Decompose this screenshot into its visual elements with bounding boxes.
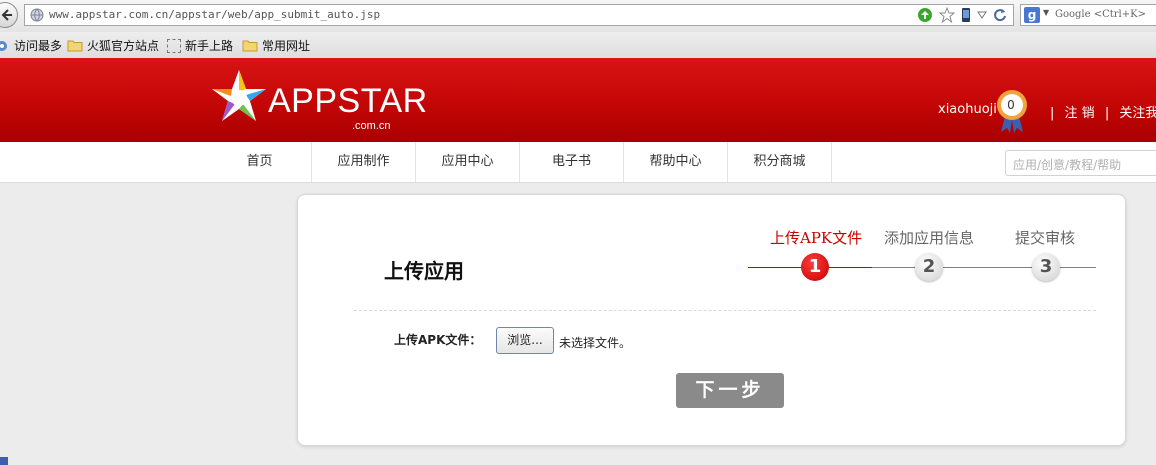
separator: | <box>1104 106 1110 121</box>
engine-dropdown-icon[interactable]: ▼ <box>1043 8 1049 17</box>
site-header: APPSTAR .com.cn xiaohuoji 0 | 注 销 | 关注我们 <box>0 58 1156 142</box>
no-file-text: 未选择文件。 <box>559 336 632 350</box>
username-link[interactable]: xiaohuoji <box>938 102 997 117</box>
folder-icon <box>242 40 258 52</box>
gear-icon <box>0 40 7 51</box>
header-links: | 注 销 | 关注我们 <box>1044 102 1156 121</box>
bookmark-label: 常用网址 <box>262 39 311 53</box>
back-button[interactable] <box>0 2 18 28</box>
url-text: www.appstar.com.cn/appstar/web/app_submi… <box>49 8 381 21</box>
follow-us-link[interactable]: 关注我们 <box>1119 106 1156 121</box>
bookmark-label: 火狐官方站点 <box>87 39 160 53</box>
bookmark-most-visited[interactable]: 访问最多 <box>0 37 62 54</box>
bookmark-label: 新手上路 <box>185 39 234 53</box>
upload-card: 上传应用 上传APK文件 添加应用信息 提交审核 1 2 3 上传APK文件： … <box>297 194 1126 446</box>
nav-home[interactable]: 首页 <box>208 142 312 182</box>
bookmark-getting-started[interactable]: 新手上路 <box>167 37 233 54</box>
bookmark-star-icon[interactable] <box>939 7 955 23</box>
main-nav: 首页 应用制作 应用中心 电子书 帮助中心 积分商城 应用/创意/教程/帮助 <box>0 142 1156 183</box>
logo-text: APPSTAR <box>268 82 428 120</box>
nav-app-center[interactable]: 应用中心 <box>416 142 520 182</box>
next-step-button[interactable]: 下一步 <box>676 373 784 408</box>
apk-file-label: 上传APK文件： <box>394 333 482 347</box>
page-icon <box>167 38 181 53</box>
page-title: 上传应用 <box>384 259 464 283</box>
browser-toolbar: www.appstar.com.cn/appstar/web/app_submi… <box>0 0 1156 32</box>
globe-icon <box>30 8 44 22</box>
step-2-circle: 2 <box>915 253 943 281</box>
nav-ebook[interactable]: 电子书 <box>520 142 624 182</box>
bookmark-common-sites[interactable]: 常用网址 <box>242 37 310 54</box>
site-search-input[interactable]: 应用/创意/教程/帮助 <box>1005 150 1156 176</box>
browser-search-box[interactable]: g ▼ Google <Ctrl+K> <box>1020 4 1156 26</box>
status-corner <box>0 457 8 465</box>
bookmark-firefox-official[interactable]: 火狐官方站点 <box>67 37 159 54</box>
google-icon: g <box>1024 7 1040 23</box>
go-arrow-icon[interactable] <box>917 7 933 23</box>
step-progress: 上传APK文件 添加应用信息 提交审核 1 2 3 <box>748 221 1098 291</box>
nav-app-create[interactable]: 应用制作 <box>312 142 416 182</box>
site-search-placeholder: 应用/创意/教程/帮助 <box>1013 158 1122 172</box>
step-3-label: 提交审核 <box>1015 229 1076 247</box>
search-placeholder: Google <Ctrl+K> <box>1055 9 1146 20</box>
step-2-label: 添加应用信息 <box>884 229 975 247</box>
mobile-icon[interactable] <box>961 7 971 23</box>
dropdown-icon[interactable] <box>977 10 987 20</box>
step-3-circle: 3 <box>1032 253 1060 281</box>
medal-badge[interactable]: 0 <box>996 90 1028 138</box>
step-1-circle: 1 <box>801 253 829 281</box>
logo-subtext: .com.cn <box>352 120 391 132</box>
bookmark-label: 访问最多 <box>14 39 63 53</box>
star-logo-icon <box>212 70 266 121</box>
nav-help-center[interactable]: 帮助中心 <box>624 142 728 182</box>
logout-link[interactable]: 注 销 <box>1065 106 1095 121</box>
bookmarks-bar: 访问最多 火狐官方站点 新手上路 常用网址 <box>0 32 1156 59</box>
reload-icon[interactable] <box>993 8 1007 22</box>
browse-file-button[interactable]: 浏览... <box>496 327 554 354</box>
step-line <box>872 267 1096 268</box>
divider <box>354 310 1096 311</box>
folder-icon <box>67 40 83 52</box>
medal-count: 0 <box>1007 98 1015 112</box>
back-arrow-icon <box>1 9 12 21</box>
separator: | <box>1050 106 1055 121</box>
appstar-logo[interactable]: APPSTAR .com.cn <box>210 68 427 132</box>
nav-points-mall[interactable]: 积分商城 <box>728 142 832 182</box>
address-bar[interactable]: www.appstar.com.cn/appstar/web/app_submi… <box>24 4 1014 26</box>
step-1-label: 上传APK文件 <box>770 229 863 247</box>
